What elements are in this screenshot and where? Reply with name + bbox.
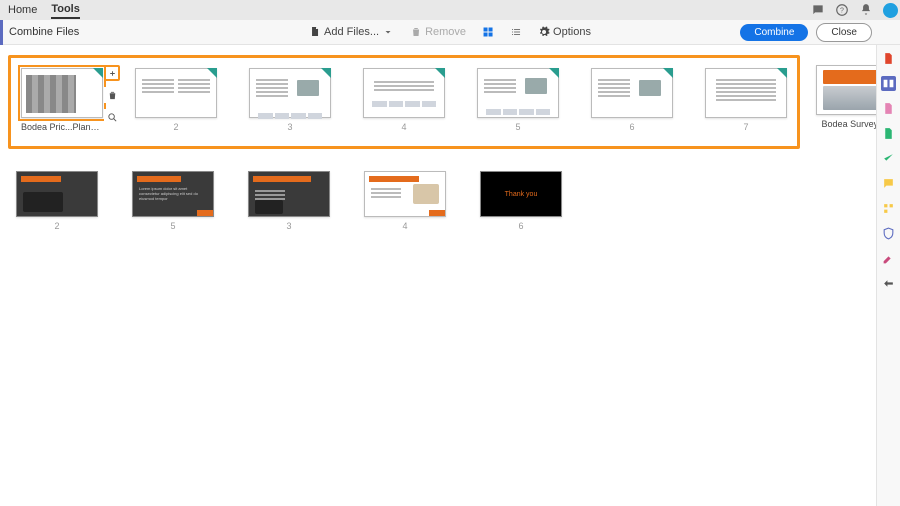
combine-toolbar: Combine Files Add Files... Remove Option… [0,20,900,45]
toolbar-title: Combine Files [3,26,79,38]
rail-protect-icon[interactable] [881,226,896,241]
toolbar-right: Combine Close [740,23,872,42]
survey-slide[interactable] [816,65,876,115]
rail-organize-icon[interactable] [881,201,896,216]
tab-home[interactable]: Home [8,2,37,18]
thumb-2[interactable]: 2 [135,68,217,132]
dark-4-page: 4 [402,221,407,231]
thumb-4-slide[interactable] [363,68,445,118]
row-2: 2 Lorem ipsum dolor sit amet consectetur… [8,171,868,231]
thumb-4-page: 4 [401,122,406,132]
add-files-label: Add Files... [324,26,379,38]
rail-fill-sign-icon[interactable] [881,251,896,266]
options-button[interactable]: Options [533,24,596,40]
selection-group: Bodea Pric...Plans.ppt 2 3 [8,55,800,149]
dark-5-page: 6 [518,221,523,231]
dark-2-page: 5 [170,221,175,231]
view-list-button[interactable] [505,24,527,40]
tab-tools[interactable]: Tools [51,1,80,19]
rail-create-pdf-icon[interactable] [881,126,896,141]
help-icon[interactable]: ? [835,3,849,17]
thumb-5-slide[interactable] [477,68,559,118]
rail-comment-icon[interactable] [881,176,896,191]
right-tool-rail [876,45,900,506]
dark-thumb-5[interactable]: Thank you 6 [480,171,562,231]
header-icons: ? [811,0,898,20]
rail-edit-pdf-icon[interactable] [881,101,896,116]
dark-thumb-2[interactable]: Lorem ipsum dolor sit amet consectetur a… [132,171,214,231]
avatar[interactable] [883,3,898,18]
dark-thumb-4[interactable]: 4 [364,171,446,231]
close-button[interactable]: Close [816,23,872,42]
thumb-1-caption: Bodea Pric...Plans.ppt [21,122,103,132]
thumb-2-page: 2 [173,122,178,132]
thumb-3-page: 3 [287,122,292,132]
gear-icon [538,26,550,38]
chat-icon[interactable] [811,3,825,17]
options-label: Options [553,26,591,38]
trash-icon [410,26,422,38]
thumb-4[interactable]: 4 [363,68,445,132]
thumb-1[interactable]: Bodea Pric...Plans.ppt [21,68,103,132]
rail-more-tools-icon[interactable] [881,276,896,291]
dark-3-page: 3 [286,221,291,231]
grid-icon [482,26,494,38]
thumb-6[interactable]: 6 [591,68,673,132]
toolbar-center: Add Files... Remove Options [304,24,596,40]
thumbnail-canvas: Bodea Pric...Plans.ppt 2 3 [0,45,876,506]
bell-icon[interactable] [859,3,873,17]
thumb-3-slide[interactable] [249,68,331,118]
zoom-thumb-button[interactable] [104,109,120,125]
view-grid-button[interactable] [477,24,499,40]
rail-export-pdf-icon[interactable] [881,51,896,66]
dogear-icon [93,68,103,78]
thumb-6-slide[interactable] [591,68,673,118]
thumb-7-slide[interactable] [705,68,787,118]
dark-thumb-1[interactable]: 2 [16,171,98,231]
thumb-3[interactable]: 3 [249,68,331,132]
thumb-7-page: 7 [743,122,748,132]
list-icon [510,26,522,38]
workspace: Bodea Pric...Plans.ppt 2 3 [0,45,900,506]
thumb-tool-column [104,65,120,125]
thumb-5-page: 5 [515,122,520,132]
rail-combine-files-icon[interactable] [881,76,896,91]
remove-label: Remove [425,26,466,38]
survey-thumb[interactable]: Bodea Survey.pdf [816,65,876,129]
combine-button[interactable]: Combine [740,24,808,41]
rail-request-sign-icon[interactable] [881,151,896,166]
app-tabbar: Home Tools ? [0,0,900,20]
add-files-button[interactable]: Add Files... [304,24,399,40]
thumb-2-slide[interactable] [135,68,217,118]
thumb-5[interactable]: 5 [477,68,559,132]
thumb-6-page: 6 [629,122,634,132]
survey-caption: Bodea Survey.pdf [822,119,876,129]
svg-text:?: ? [840,7,844,14]
thumb-7[interactable]: 7 [705,68,787,132]
expand-button[interactable] [104,65,120,81]
dark-thumb-3[interactable]: 3 [248,171,330,231]
thumb-1-slide[interactable] [21,68,103,118]
remove-button[interactable]: Remove [405,24,471,40]
chevron-down-icon [382,26,394,38]
delete-thumb-button[interactable] [104,87,120,103]
dark-1-page: 2 [54,221,59,231]
